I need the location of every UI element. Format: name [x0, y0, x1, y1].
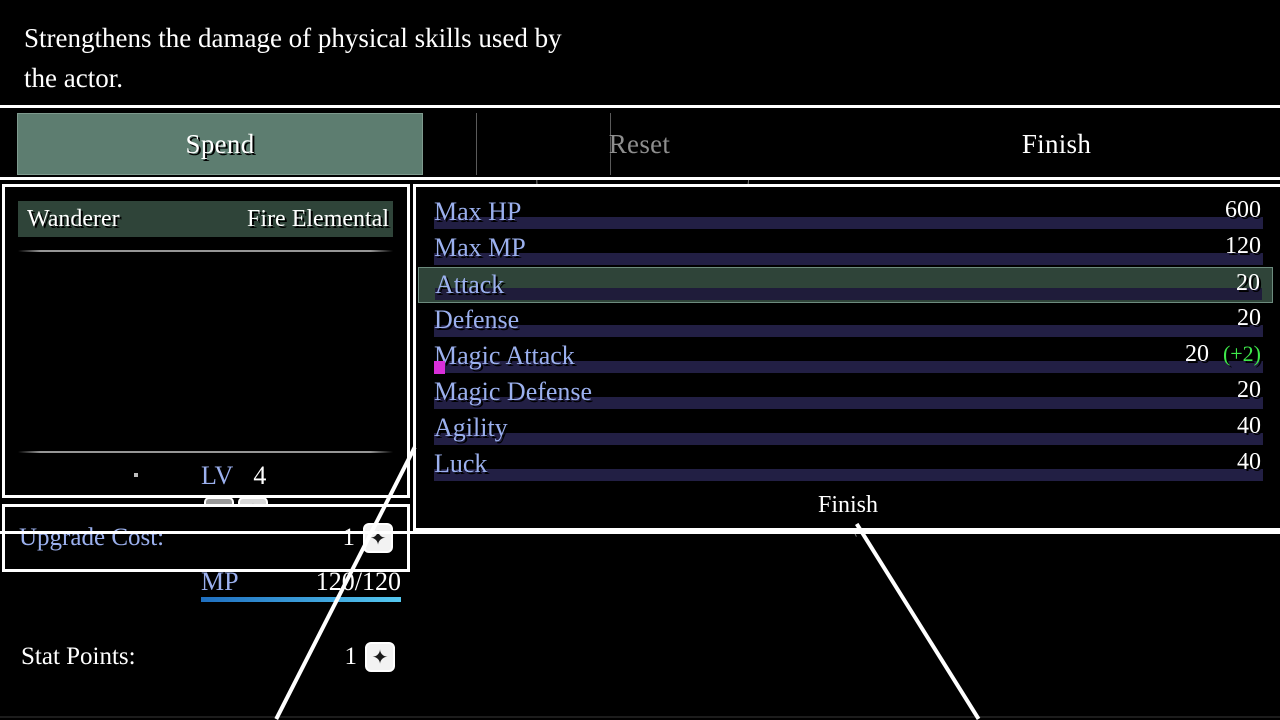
actor-status-window: Wanderer Fire Elemental LV 4 ✿ ❃ HP 511/… [2, 184, 410, 672]
level-value: 4 [253, 461, 267, 490]
param-value-group: 20 [1236, 270, 1260, 297]
upgrade-cost-row: Upgrade Cost: 1 ✦ [19, 520, 393, 556]
actor-name-bar: Wanderer Fire Elemental [18, 201, 393, 237]
param-row[interactable]: Luck 40 [418, 447, 1273, 483]
level-label: LV [201, 461, 233, 490]
param-gauge [434, 217, 1263, 229]
param-row[interactable]: Magic Attack 20 (+2) [418, 339, 1273, 375]
stat-points-value: 1 [344, 643, 358, 670]
stat-point-icon: ✦ [363, 523, 393, 553]
param-value: 40 [1237, 413, 1261, 439]
bottom-edge-line [0, 716, 1280, 718]
param-value: 20 [1236, 270, 1260, 296]
upgrade-cost-label: Upgrade Cost: [19, 524, 165, 551]
mp-gauge-fill [201, 597, 401, 602]
param-value: 20 [1237, 305, 1261, 331]
param-value-group: 40 [1237, 449, 1261, 476]
level-row: LV 4 [201, 461, 266, 491]
param-row[interactable]: Max HP 600 [418, 195, 1273, 231]
param-value-group: 40 [1237, 413, 1261, 440]
param-row[interactable]: Agility 40 [418, 411, 1273, 447]
param-value: 20 [1184, 341, 1209, 367]
upgrade-cost-window: Upgrade Cost: 1 ✦ [2, 504, 410, 572]
param-name: Defense [434, 305, 520, 334]
param-value: 40 [1237, 449, 1261, 475]
params-finish-label[interactable]: Finish [416, 492, 1280, 519]
param-value-group: 120 [1225, 233, 1261, 260]
param-name: Luck [434, 449, 488, 478]
upgrade-cost-value-group: 1 ✦ [342, 523, 393, 553]
param-value-group: 20 [1237, 305, 1261, 332]
param-gauge [434, 325, 1263, 337]
param-name: Agility [434, 413, 508, 442]
stat-points-row: Stat Points: 1 ✦ [21, 639, 395, 675]
param-value-group: 600 [1225, 197, 1261, 224]
white-diagonal-right [855, 522, 981, 720]
actor-class-label: Wanderer [27, 205, 120, 232]
mp-gauge-row: MP 120/120 [201, 567, 401, 605]
sprite-spark [134, 473, 138, 477]
divider-top [18, 250, 393, 252]
param-row[interactable]: Max MP 120 [418, 231, 1273, 267]
finish-command-button[interactable]: Finish [880, 113, 1233, 175]
param-gauge [434, 433, 1263, 445]
param-value-group: 20 [1237, 377, 1261, 404]
allocation-cursor [434, 361, 445, 374]
params-window: Max HP 600 Max MP 120 Attack 20 Defense 20 Magic… [413, 184, 1280, 531]
param-gauge [434, 253, 1263, 265]
param-row[interactable]: Attack 20 [418, 267, 1273, 303]
stat-point-icon: ✦ [365, 642, 395, 672]
reset-command-button[interactable]: Reset [477, 113, 802, 175]
param-delta: (+2) [1222, 341, 1261, 366]
actor-name-label: Fire Elemental [247, 205, 389, 232]
param-gauge [434, 469, 1263, 481]
param-row[interactable]: Defense 20 [418, 303, 1273, 339]
param-name: Magic Defense [434, 377, 593, 406]
spend-command-button[interactable]: Spend [17, 113, 423, 175]
help-window: Strengthens the damage of physical skill… [0, 0, 1280, 108]
stat-points-label: Stat Points: [21, 643, 136, 670]
param-value-group: 20 (+2) [1185, 341, 1261, 368]
divider-bottom [18, 451, 393, 453]
param-row[interactable]: Magic Defense 20 [418, 375, 1273, 411]
param-value: 20 [1237, 377, 1261, 403]
param-value: 600 [1225, 197, 1261, 223]
param-gauge [435, 288, 1262, 300]
upgrade-cost-value: 1 [342, 524, 356, 551]
command-window: Spend Reset Finish [0, 108, 1280, 180]
param-list: Max HP 600 Max MP 120 Attack 20 Defense 20 Magic… [418, 195, 1273, 483]
bottom-frame-line [0, 531, 1280, 534]
param-value: 120 [1225, 233, 1261, 259]
stat-points-value-group: 1 ✦ [344, 642, 395, 672]
param-name: Max MP [434, 233, 526, 262]
help-text: Strengthens the damage of physical skill… [24, 23, 562, 93]
game-screen: Strengthens the damage of physical skill… [0, 0, 1280, 720]
param-name: Max HP [434, 197, 522, 226]
param-name: Attack [435, 270, 505, 299]
param-name: Magic Attack [434, 341, 575, 370]
